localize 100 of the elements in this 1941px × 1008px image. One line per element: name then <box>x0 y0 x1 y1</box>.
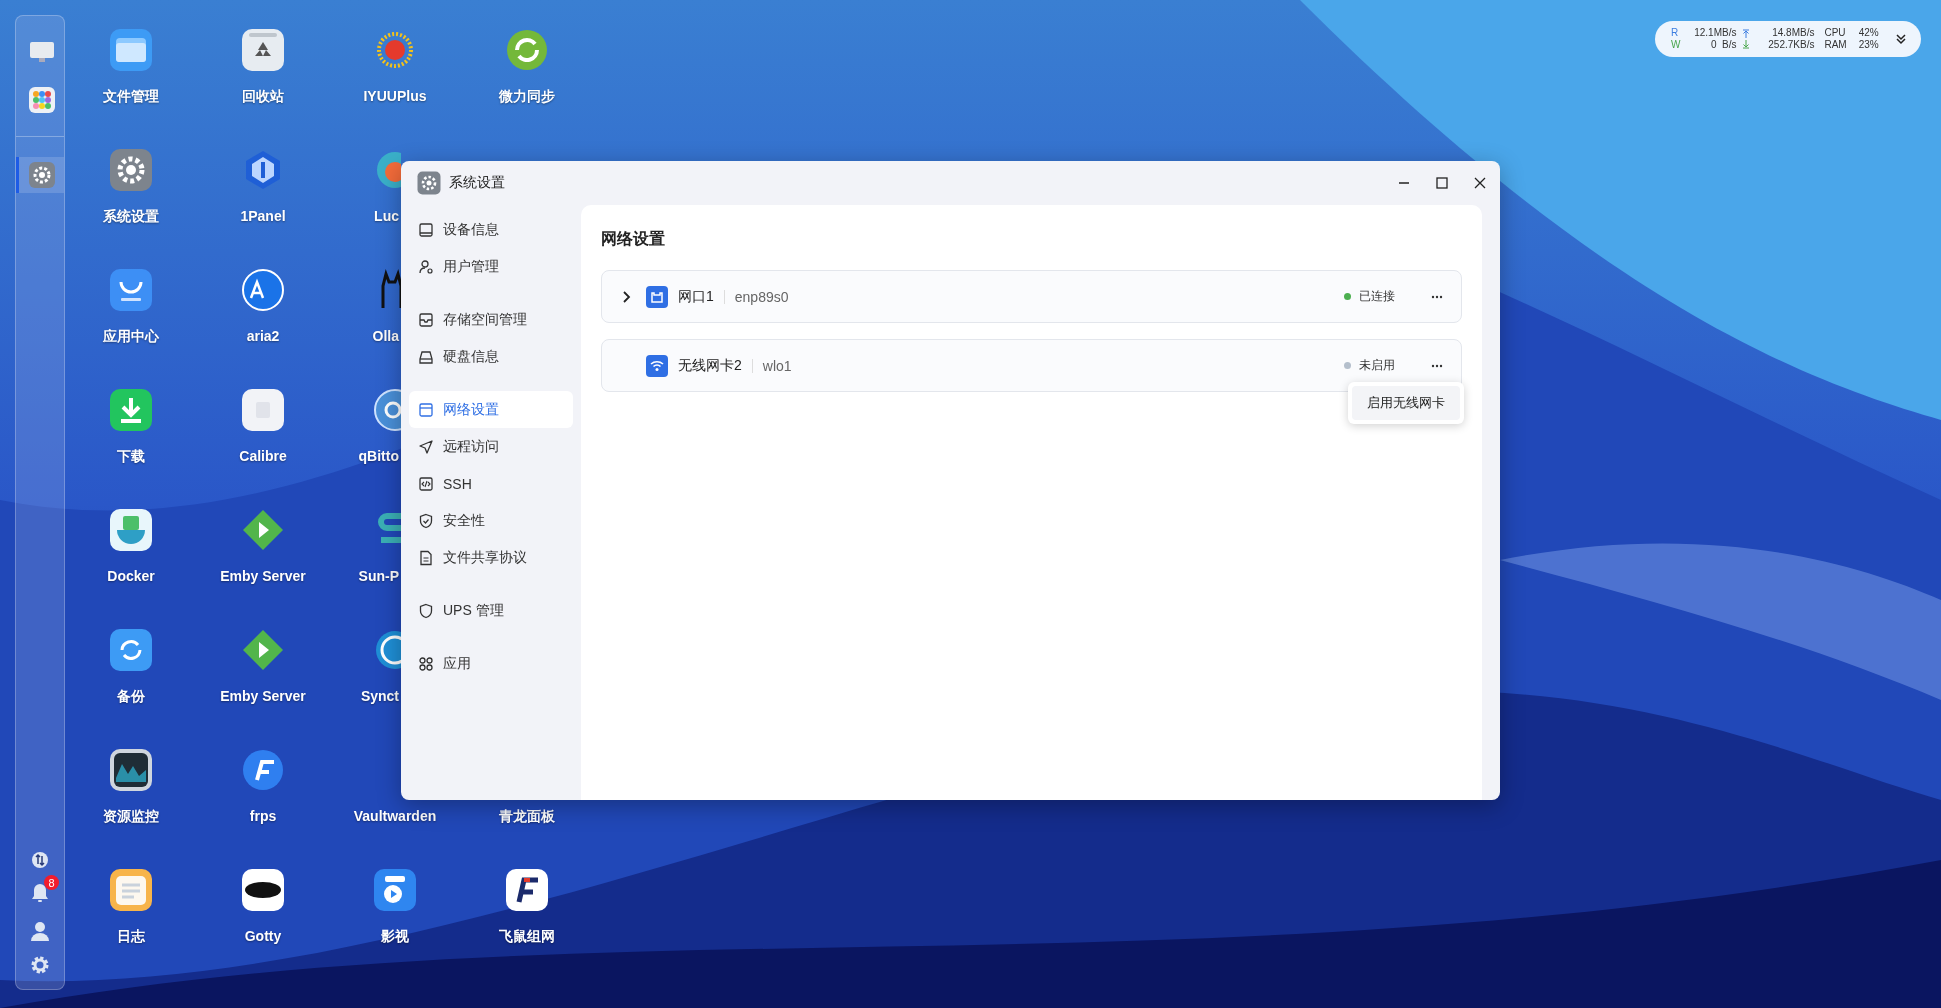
app-label[interactable]: 资源监控 <box>103 808 159 826</box>
app-label[interactable]: 青龙面板 <box>499 808 555 826</box>
app-label[interactable]: 飞鼠组网 <box>499 928 555 946</box>
app-label[interactable]: 日志 <box>117 928 145 946</box>
maximize-icon[interactable] <box>1436 177 1448 189</box>
read-label: R <box>1671 27 1680 39</box>
play-icon[interactable] <box>241 508 285 552</box>
activity-monitor-icon[interactable] <box>109 748 153 792</box>
app-label[interactable]: 影视 <box>381 928 409 946</box>
app-label[interactable]: Vaultwarden <box>353 808 437 824</box>
window-title: 系统设置 <box>449 174 505 192</box>
transfer-icon[interactable] <box>31 851 49 869</box>
document-icon <box>418 549 434 566</box>
sidebar-item[interactable]: 应用 <box>409 645 573 682</box>
notepad-icon[interactable] <box>109 868 153 912</box>
cpu-label: CPU <box>1824 27 1847 39</box>
shopping-bag-icon[interactable] <box>109 268 153 312</box>
app-label[interactable]: Synct <box>329 688 399 704</box>
play-icon[interactable] <box>241 628 285 672</box>
folder-icon[interactable] <box>109 28 153 72</box>
device-name: enp89s0 <box>734 288 789 305</box>
app-label[interactable]: aria2 <box>246 328 280 344</box>
sidebar-item[interactable]: SSH <box>409 465 573 502</box>
app-label[interactable]: IYUUPlus <box>363 88 427 104</box>
settings-icon[interactable] <box>30 955 50 975</box>
sidebar-item[interactable]: UPS 管理 <box>409 592 573 629</box>
shield-icon <box>418 512 434 529</box>
app-label[interactable]: 微力同步 <box>499 88 555 106</box>
sidebar-item[interactable]: 硬盘信息 <box>409 338 573 375</box>
app-label[interactable]: 文件管理 <box>103 88 159 106</box>
sidebar-item[interactable]: 安全性 <box>409 502 573 539</box>
app-label[interactable]: Emby Server <box>220 568 306 584</box>
section-heading: 网络设置 <box>601 229 666 249</box>
oval-logo-icon[interactable] <box>241 868 285 912</box>
monitor-icon <box>418 221 434 238</box>
app-label[interactable]: 备份 <box>117 688 145 706</box>
app-grid-icon <box>27 86 56 114</box>
download-rate: 252.7KB/s <box>1767 39 1815 51</box>
interface-row[interactable]: 无线网卡2 wlo1 未启用 <box>601 339 1462 392</box>
app-label[interactable]: Sun-P <box>329 568 399 584</box>
app-label[interactable]: Luc <box>329 208 399 224</box>
sidebar-item[interactable]: 文件共享协议 <box>409 539 573 576</box>
app-label[interactable]: frps <box>249 808 277 824</box>
sidebar-item[interactable]: 用户管理 <box>409 248 573 285</box>
status-text: 未启用 <box>1359 357 1395 374</box>
sidebar-item[interactable]: 网络设置 <box>409 391 573 428</box>
gear-icon <box>417 171 441 195</box>
cpu-usage: 42% <box>1858 27 1879 39</box>
ram-usage: 23% <box>1858 39 1879 51</box>
close-icon[interactable] <box>1474 177 1486 189</box>
chevron-right-icon[interactable] <box>621 290 631 303</box>
read-rate: 12.1MB/s <box>1693 27 1737 39</box>
chevron-down-icon[interactable] <box>1895 33 1907 45</box>
download-icon[interactable] <box>109 388 153 432</box>
more-icon[interactable] <box>1431 363 1443 368</box>
interface-name: 网口1 <box>678 287 714 306</box>
app-label[interactable]: Emby Server <box>220 688 306 704</box>
send-icon <box>418 438 434 455</box>
recycle-bin-icon[interactable] <box>241 28 285 72</box>
sync-icon[interactable] <box>505 28 549 72</box>
ethernet-port-icon <box>646 285 668 308</box>
upload-icon <box>1742 29 1751 39</box>
app-label[interactable]: 1Panel <box>240 208 286 224</box>
download-icon <box>1742 39 1751 49</box>
app-label[interactable]: Olla <box>329 328 399 344</box>
interface-row[interactable]: 网口1 enp89s0 已连接 <box>601 270 1462 323</box>
app-label[interactable]: Calibre <box>239 448 287 464</box>
device-name: wlo1 <box>762 357 792 374</box>
sidebar-item[interactable]: 设备信息 <box>409 211 573 248</box>
f-logo-icon[interactable] <box>241 748 285 792</box>
video-icon[interactable] <box>373 868 417 912</box>
more-icon[interactable] <box>1431 294 1443 299</box>
app-label[interactable]: 下载 <box>117 448 145 466</box>
user-icon <box>418 258 434 275</box>
whale-icon[interactable] <box>109 508 153 552</box>
bell-icon[interactable] <box>31 883 49 903</box>
gear-icon <box>27 161 56 189</box>
sidebar-item[interactable]: 存储空间管理 <box>409 301 573 338</box>
ram-label: RAM <box>1824 39 1847 51</box>
menu-item[interactable]: 启用无线网卡 <box>1352 386 1460 420</box>
interface-name: 无线网卡2 <box>678 356 742 375</box>
dock-item[interactable] <box>16 157 64 193</box>
user-icon[interactable] <box>31 921 49 941</box>
wifi-icon <box>646 354 668 377</box>
write-rate: 0 B/s <box>1709 39 1737 51</box>
ring-icon[interactable] <box>373 388 401 432</box>
app-label[interactable]: Docker <box>107 568 155 584</box>
letter-a-icon[interactable] <box>241 268 285 312</box>
app-label[interactable]: Gotty <box>244 928 282 944</box>
sidebar-item[interactable]: 远程访问 <box>409 428 573 465</box>
gear-icon[interactable] <box>109 148 153 192</box>
app-label[interactable]: qBitto <box>329 448 399 464</box>
f-logo-icon[interactable] <box>505 868 549 912</box>
app-label[interactable]: 回收站 <box>242 88 284 106</box>
app-label[interactable]: 系统设置 <box>103 208 159 226</box>
grid-icon <box>418 655 434 672</box>
app-label[interactable]: 应用中心 <box>103 328 159 346</box>
sync-icon[interactable] <box>109 628 153 672</box>
drive-icon <box>418 348 434 365</box>
window-icon <box>418 401 434 418</box>
